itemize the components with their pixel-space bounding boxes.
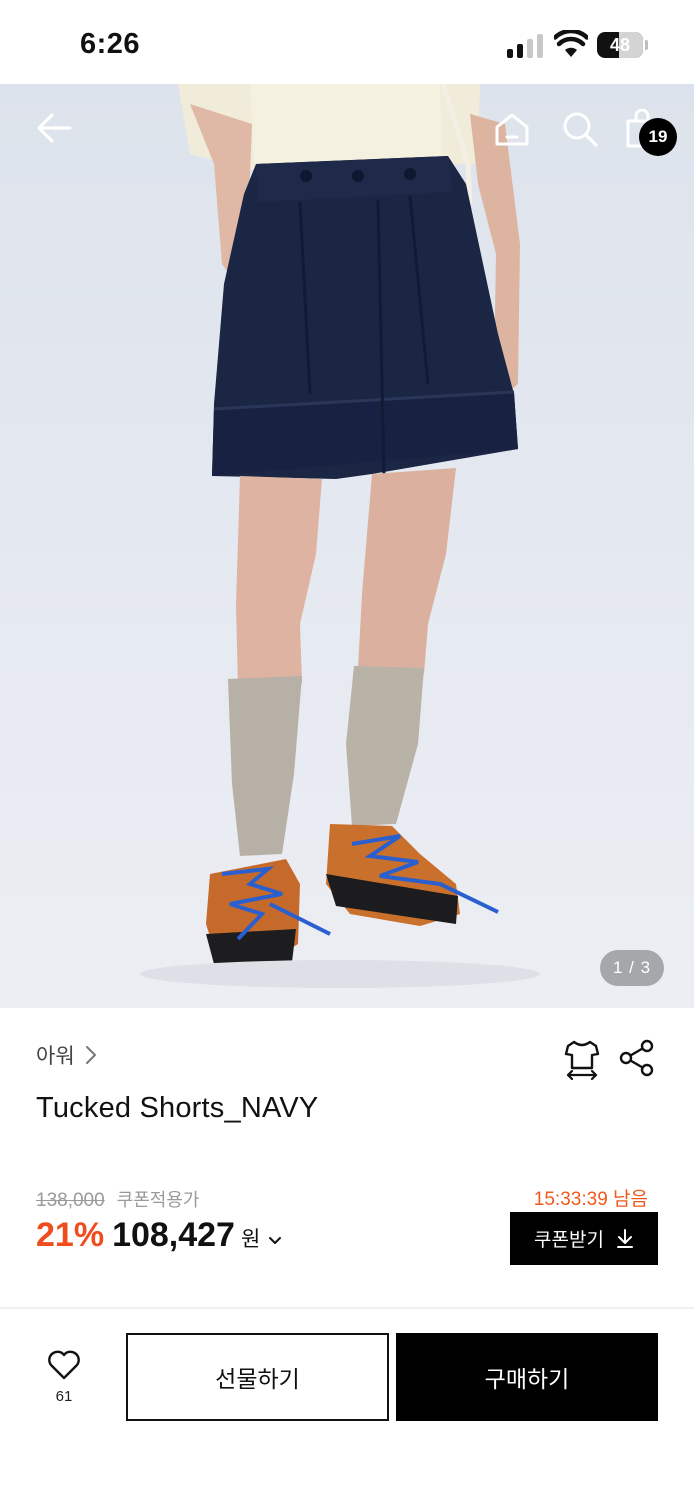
coupon-timer: 15:33:39 남음 <box>533 1189 648 1210</box>
chevron-down-icon[interactable] <box>268 1236 282 1246</box>
battery-nub <box>645 40 648 50</box>
download-icon <box>616 1228 633 1248</box>
search-icon <box>563 112 598 147</box>
brand-link[interactable]: 아워 <box>36 1040 97 1070</box>
discount-rate: 21% <box>36 1216 105 1254</box>
section-divider <box>0 1307 694 1309</box>
home-button[interactable] <box>490 108 534 150</box>
original-price-row: 138,000 쿠폰적용가 <box>36 1186 200 1212</box>
cellular-signal-icon <box>507 34 543 58</box>
search-button[interactable] <box>558 108 602 150</box>
battery-icon: 48 <box>597 32 643 58</box>
back-button[interactable] <box>28 106 80 150</box>
status-bar: 6:26 48 <box>0 0 694 84</box>
product-detail-screen: 6:26 48 1 / 3 19 아워 Tucked Shorts_NAVY 1… <box>0 0 694 1500</box>
heart-icon <box>48 1350 80 1380</box>
size-fit-icon[interactable] <box>562 1038 602 1080</box>
brand-name: 아워 <box>36 1045 75 1068</box>
original-price: 138,000 <box>36 1190 105 1211</box>
currency-unit: 원 <box>240 1228 261 1251</box>
home-icon <box>495 113 529 146</box>
like-button[interactable]: 61 <box>40 1350 88 1405</box>
get-coupon-label: 쿠폰받기 <box>534 1230 604 1251</box>
coupon-price-note: 쿠폰적용가 <box>116 1190 200 1210</box>
gallery-page-indicator: 1 / 3 <box>600 950 664 986</box>
like-count: 61 <box>55 1388 73 1405</box>
battery-level: 48 <box>609 35 631 55</box>
product-title: Tucked Shorts_NAVY <box>36 1092 319 1124</box>
chevron-right-icon <box>85 1046 96 1064</box>
wifi-icon <box>554 30 588 57</box>
bag-count-badge: 19 <box>639 118 677 156</box>
status-time: 6:26 <box>80 28 141 60</box>
share-icon[interactable] <box>617 1038 657 1078</box>
product-image-carousel[interactable]: 1 / 3 <box>0 84 694 1008</box>
product-photo <box>140 84 540 988</box>
gift-button[interactable]: 선물하기 <box>126 1333 389 1421</box>
buy-button[interactable]: 구매하기 <box>396 1333 658 1421</box>
sale-price-row[interactable]: 21% 108,427 원 <box>36 1216 282 1255</box>
back-arrow-icon <box>37 113 72 143</box>
get-coupon-button[interactable]: 쿠폰받기 <box>510 1212 658 1265</box>
sale-price: 108,427 <box>112 1216 235 1254</box>
